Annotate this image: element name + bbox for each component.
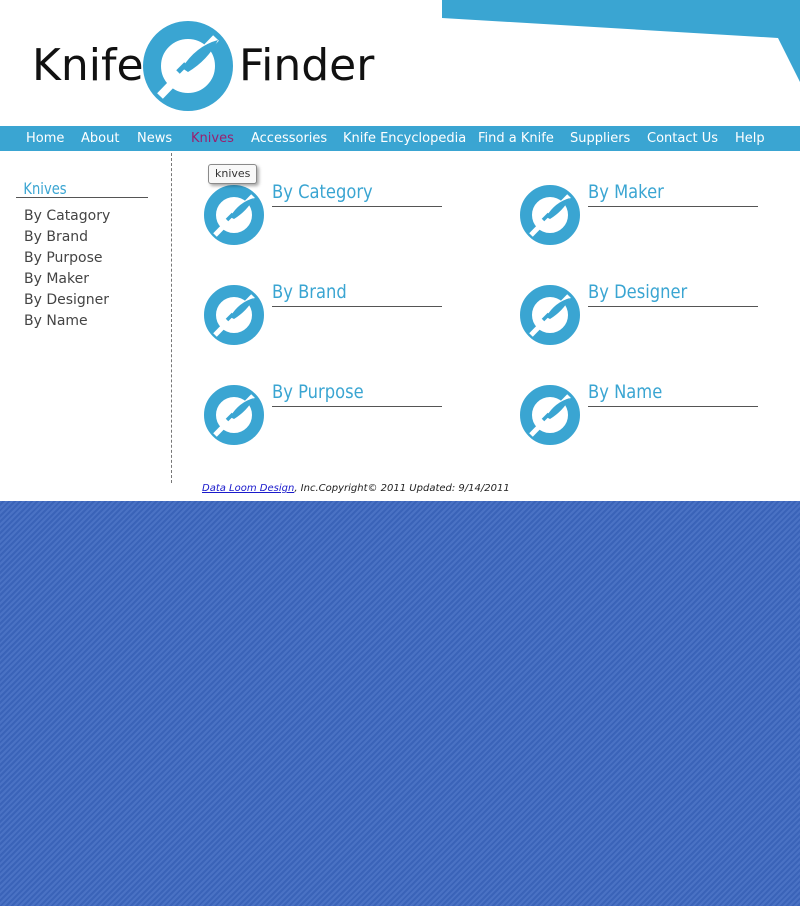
nav-home[interactable]: Home (26, 126, 64, 151)
tile-by-brand[interactable]: By Brand (203, 281, 443, 350)
knife-finder-logo-icon (203, 284, 265, 350)
column-divider (171, 153, 172, 483)
knife-finder-logo-icon (203, 184, 265, 250)
tile-title: By Name (588, 381, 663, 403)
tile-underline (272, 406, 442, 407)
logo-word-finder: Finder (239, 40, 375, 91)
tile-title: By Category (272, 181, 373, 203)
nav-accessories[interactable]: Accessories (251, 126, 327, 151)
sidebar-divider (16, 197, 148, 198)
sidebar-heading: Knives (23, 179, 67, 198)
knife-finder-logo-icon (519, 184, 581, 250)
nav-knife-encyclopedia[interactable]: Knife Encyclopedia (343, 126, 466, 151)
sidebar-link-maker[interactable]: By Maker (24, 269, 110, 290)
sidebar: Knives By Catagory By Brand By Purpose B… (16, 179, 148, 329)
sidebar-link-designer[interactable]: By Designer (24, 290, 110, 311)
nav-suppliers[interactable]: Suppliers (570, 126, 630, 151)
tile-underline (588, 406, 758, 407)
sidebar-link-brand[interactable]: By Brand (24, 227, 110, 248)
tile-title: By Maker (588, 181, 664, 203)
tile-by-maker[interactable]: By Maker (519, 181, 759, 250)
nav-about[interactable]: About (81, 126, 119, 151)
site-logo[interactable]: Knife Finder (32, 20, 375, 112)
main-nav: Home About News Knives Accessories Knife… (0, 126, 800, 151)
tile-by-category[interactable]: By Category (203, 181, 443, 250)
tile-by-name[interactable]: By Name (519, 381, 759, 450)
page-container: Knife Finder Home About News Knives Acce… (0, 0, 800, 501)
nav-contact-us[interactable]: Contact Us (647, 126, 718, 151)
sidebar-list: By Catagory By Brand By Purpose By Maker… (24, 206, 110, 332)
tile-title: By Brand (272, 281, 347, 303)
footer: Data Loom Design, Inc.Copyright© 2011 Up… (202, 483, 510, 494)
tile-title: By Purpose (272, 381, 364, 403)
sidebar-link-category[interactable]: By Catagory (24, 206, 110, 227)
logo-word-knife: Knife (32, 40, 144, 91)
nav-news[interactable]: News (137, 126, 172, 151)
sidebar-link-name[interactable]: By Name (24, 311, 110, 332)
nav-knives[interactable]: Knives (191, 126, 234, 151)
tile-title: By Designer (588, 281, 688, 303)
sidebar-link-purpose[interactable]: By Purpose (24, 248, 110, 269)
header: Knife Finder (0, 0, 800, 126)
knife-finder-logo-icon (203, 384, 265, 450)
tile-underline (588, 206, 758, 207)
nav-find-a-knife[interactable]: Find a Knife (478, 126, 554, 151)
footer-link-data-loom[interactable]: Data Loom Design (202, 483, 294, 494)
tile-underline (272, 306, 442, 307)
knife-finder-logo-icon (519, 384, 581, 450)
tile-underline (272, 206, 442, 207)
nav-tooltip: knives (208, 164, 258, 184)
tile-underline (588, 306, 758, 307)
tile-by-purpose[interactable]: By Purpose (203, 381, 443, 450)
knife-finder-logo-icon (143, 21, 233, 111)
tile-by-designer[interactable]: By Designer (519, 281, 759, 350)
knife-finder-logo-icon (519, 284, 581, 350)
nav-help[interactable]: Help (735, 126, 765, 151)
footer-copyright: , Inc.Copyright© 2011 Updated: 9/14/2011 (294, 483, 510, 494)
